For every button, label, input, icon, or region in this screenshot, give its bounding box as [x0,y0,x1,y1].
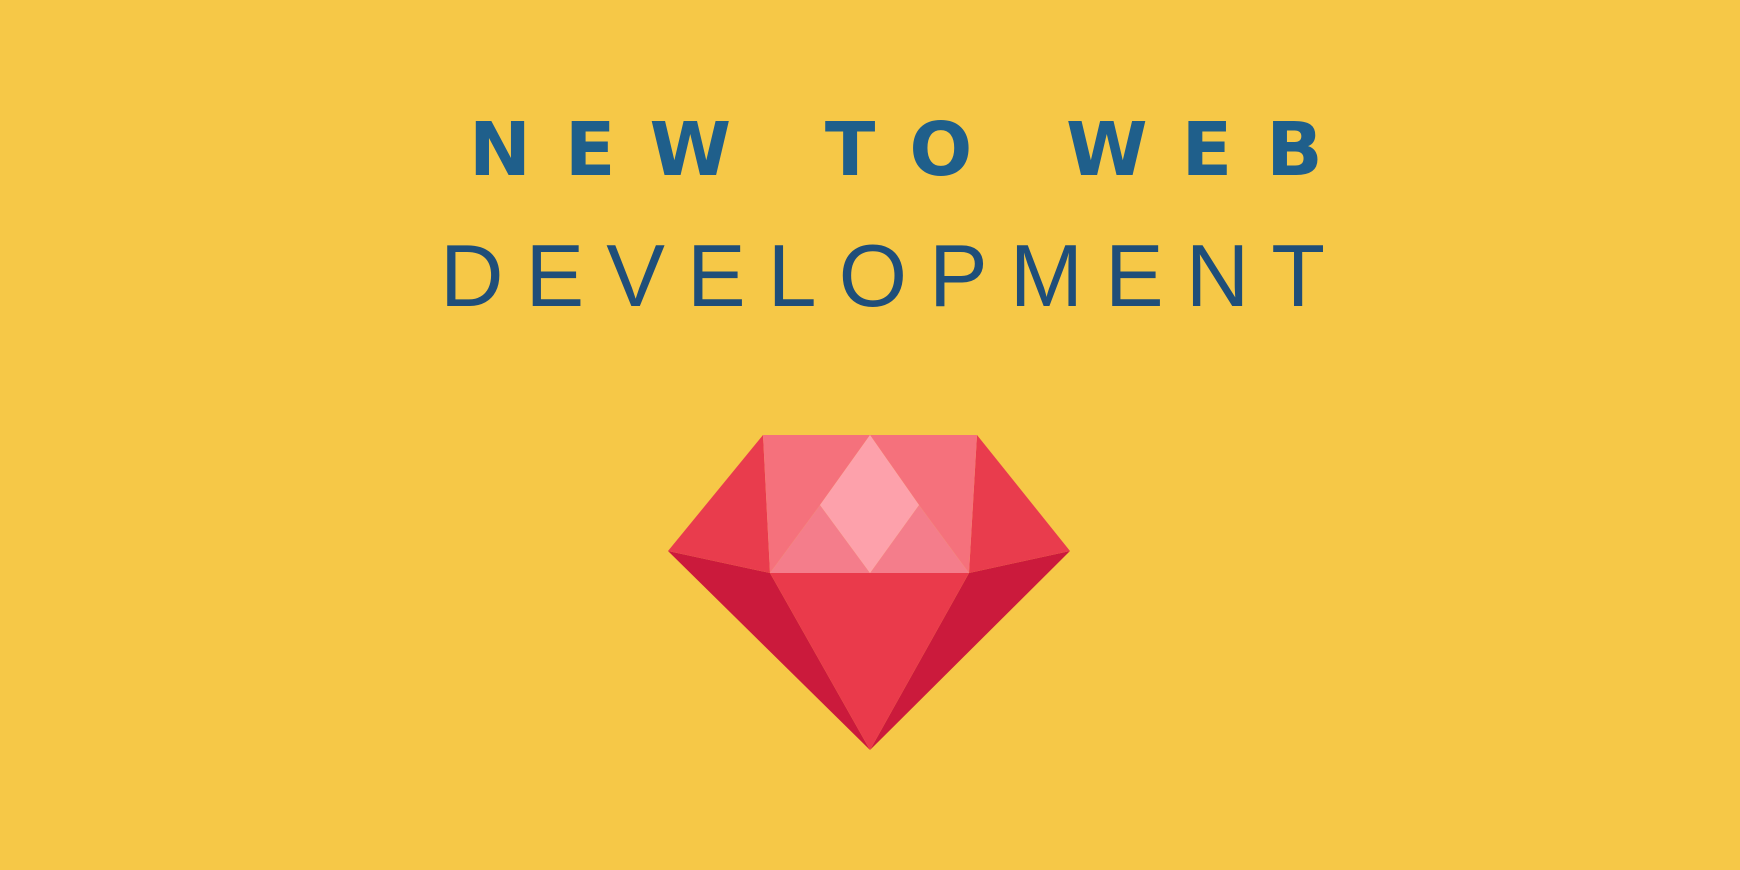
banner: NEW TO WEB DEVELOPMENT [0,0,1740,870]
headline: NEW TO WEB [469,107,1357,193]
gem-crown-left [668,435,770,573]
subheadline: DEVELOPMENT [440,226,1348,325]
gem-crown-right [969,435,1070,573]
ruby-gem-icon [660,430,1080,755]
